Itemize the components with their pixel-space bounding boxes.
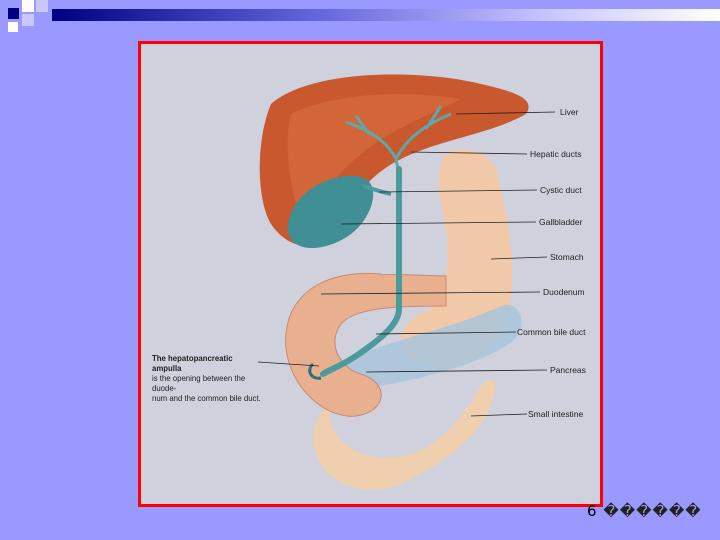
deco-square: [8, 22, 18, 32]
ampulla-note-line1: The hepatopancreatic ampulla: [152, 354, 233, 373]
label-hepatic-ducts: Hepatic ducts: [530, 149, 582, 159]
ampulla-note-line3: num and the common bile duct.: [152, 394, 261, 403]
label-small-intestine: Small intestine: [528, 409, 584, 419]
label-stomach: Stomach: [550, 252, 584, 262]
ampulla-note: The hepatopancreatic ampulla is the open…: [152, 354, 262, 404]
anatomy-figure: Liver Hepatic ducts Cystic duct Gallblad…: [138, 41, 603, 507]
title-decoration: [0, 0, 720, 34]
label-cystic-duct: Cystic duct: [540, 185, 582, 195]
label-liver: Liver: [560, 107, 579, 117]
label-common-bile-duct: Common bile duct: [517, 327, 586, 337]
slide-footer: 6 ������: [587, 502, 702, 520]
label-pancreas: Pancreas: [550, 365, 586, 375]
deco-square: [22, 14, 34, 26]
deco-square: [22, 0, 34, 12]
footer-garbled-text: ������: [603, 502, 702, 520]
label-duodenum: Duodenum: [543, 287, 585, 297]
page-number: 6: [587, 502, 598, 520]
digestive-organs-illustration: [257, 74, 556, 490]
deco-square: [36, 0, 48, 12]
ampulla-note-line2: is the opening between the duode-: [152, 374, 246, 393]
deco-square: [8, 8, 19, 19]
label-gallbladder: Gallbladder: [539, 217, 583, 227]
title-bar: [52, 9, 720, 21]
